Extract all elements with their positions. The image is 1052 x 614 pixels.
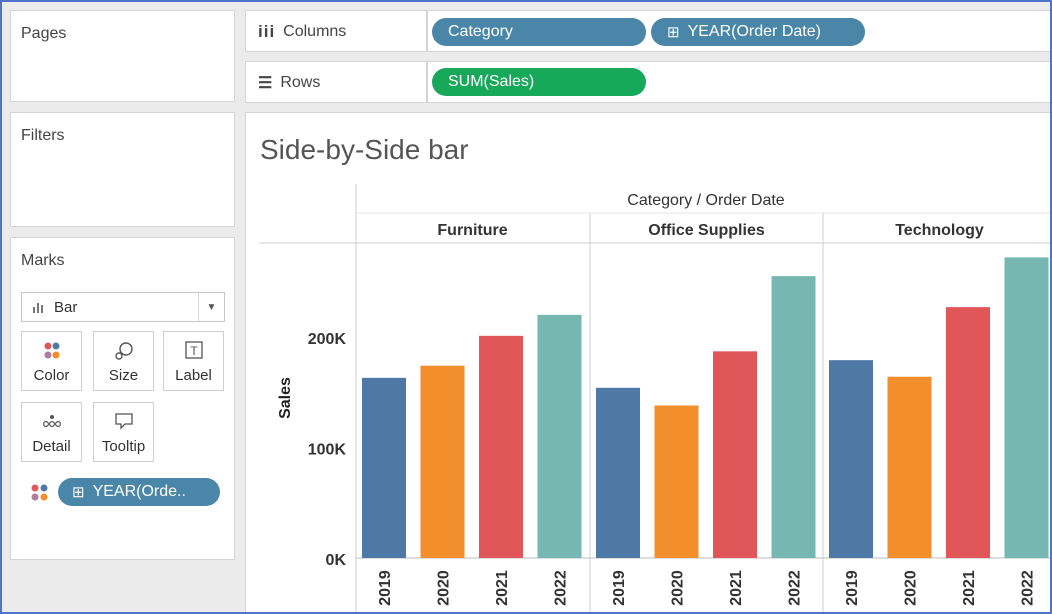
bar xyxy=(479,335,523,558)
y-tick-label: 0K xyxy=(326,552,347,569)
bar xyxy=(420,365,465,558)
category-header-label: Office Supplies xyxy=(648,222,765,239)
bar xyxy=(1004,257,1049,558)
bar xyxy=(771,276,816,558)
x-tick-label: 2020 xyxy=(436,570,453,606)
bar xyxy=(829,360,873,558)
x-tick-label: 2019 xyxy=(611,570,628,606)
y-tick-label: 100K xyxy=(308,441,347,458)
bar xyxy=(362,377,406,558)
bar xyxy=(713,351,757,558)
category-header-label: Technology xyxy=(895,222,984,239)
x-tick-label: 2020 xyxy=(903,570,920,606)
x-tick-label: 2019 xyxy=(377,570,394,606)
x-tick-label: 2022 xyxy=(1020,570,1037,606)
y-tick-label: 200K xyxy=(308,331,347,348)
bar xyxy=(946,307,990,558)
bar xyxy=(887,376,932,558)
category-header-label: Furniture xyxy=(437,222,507,239)
bar xyxy=(654,405,699,558)
x-tick-label: 2019 xyxy=(844,570,861,606)
x-tick-label: 2022 xyxy=(787,570,804,606)
x-tick-label: 2021 xyxy=(961,570,978,606)
x-tick-label: 2020 xyxy=(670,570,687,606)
chart-svg: Category / Order Date 0K 100K 200K Sales Furn… xyxy=(259,184,1052,614)
x-tick-label: 2022 xyxy=(553,570,570,606)
column-header-title: Category / Order Date xyxy=(627,192,785,209)
x-tick-label: 2021 xyxy=(494,570,511,606)
x-tick-label: 2021 xyxy=(728,570,745,606)
y-axis-label: Sales xyxy=(277,377,294,419)
bar xyxy=(596,387,640,558)
bar xyxy=(537,314,582,558)
